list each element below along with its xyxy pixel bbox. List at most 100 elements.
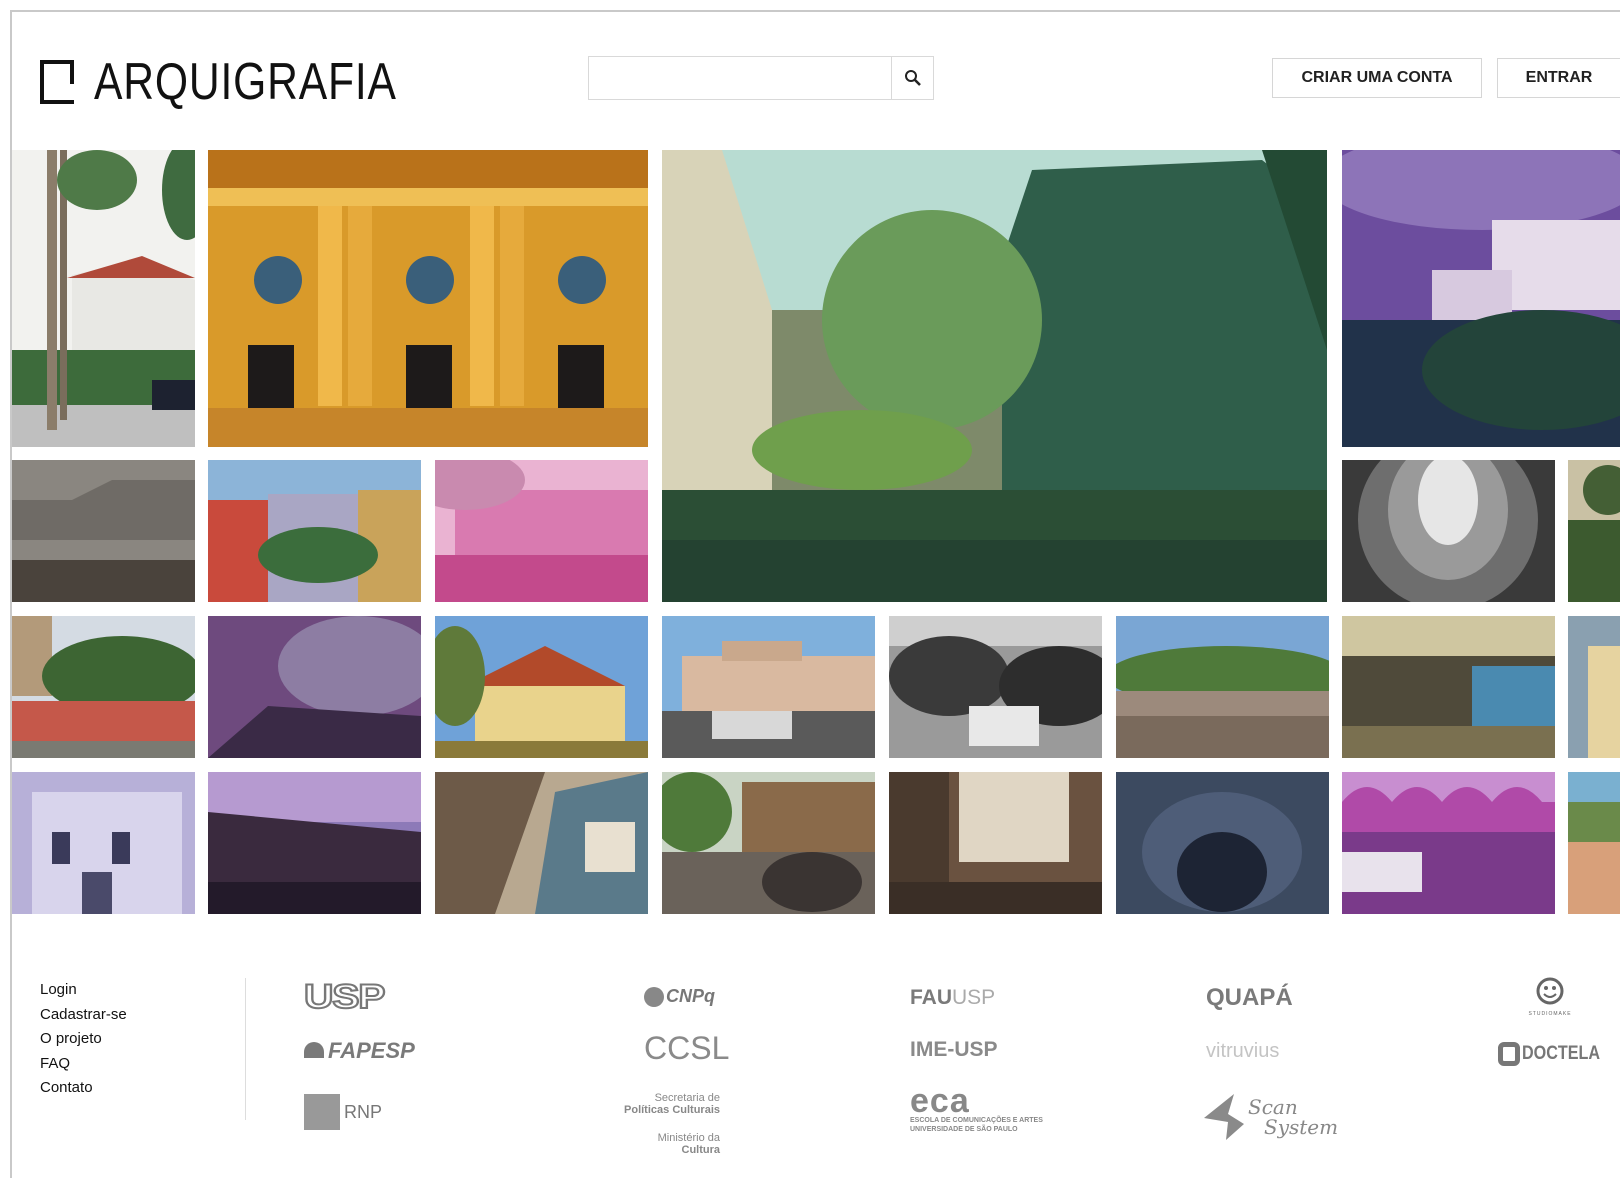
sponsor-imeusp-logo[interactable]: IME-USP xyxy=(910,1038,998,1062)
photo-bw-students xyxy=(889,616,1102,758)
ministerio-line2: Cultura xyxy=(681,1144,721,1156)
search-button[interactable] xyxy=(891,57,933,99)
photo-colorful-houses xyxy=(208,460,421,602)
sponsor-ccsl-logo[interactable]: CCSL xyxy=(644,1030,729,1067)
scan-text: Scan xyxy=(1248,1095,1298,1119)
photo-modern-house-cars xyxy=(662,616,875,758)
photo-tile[interactable] xyxy=(662,150,1327,602)
fau-usp-text: USP xyxy=(952,986,996,1009)
photo-white-church xyxy=(12,772,195,914)
photo-tile[interactable] xyxy=(1342,460,1555,602)
fau-text: FAU xyxy=(910,986,952,1009)
photo-tile[interactable] xyxy=(1342,772,1555,914)
sponsor-secretaria-logo[interactable]: Secretaria de Políticas Culturais xyxy=(560,1092,720,1116)
footer-link-login[interactable]: Login xyxy=(40,978,127,1003)
fapesp-text: FAPESP xyxy=(328,1038,415,1063)
sponsor-doctela-logo[interactable]: DOCTELA xyxy=(1498,1042,1614,1066)
footer-link-contact[interactable]: Contato xyxy=(40,1076,127,1101)
rnp-text: RNP xyxy=(344,1101,383,1122)
logo-mark-icon xyxy=(40,60,74,104)
search-bar xyxy=(588,56,934,100)
sponsor-rnp-logo[interactable]: RNP xyxy=(304,1094,382,1130)
brand-name: ARQUIGRAFIA xyxy=(94,53,397,111)
photo-purple-hillside xyxy=(1342,150,1620,447)
photo-tile[interactable] xyxy=(12,150,195,447)
photo-coast-edge xyxy=(1568,772,1620,914)
sponsor-cnpq-logo[interactable]: CNPq xyxy=(644,986,715,1007)
doctela-mark-icon xyxy=(1498,1042,1520,1066)
photo-tile[interactable] xyxy=(208,616,421,758)
eca-line1: ESCOLA DE COMUNICAÇÕES E ARTES xyxy=(910,1117,1043,1124)
photo-tile[interactable] xyxy=(12,616,195,758)
footer-link-project[interactable]: O projeto xyxy=(40,1027,127,1052)
photo-tile[interactable] xyxy=(1342,150,1620,447)
photo-tile[interactable] xyxy=(12,772,195,914)
footer-link-register[interactable]: Cadastrar-se xyxy=(40,1003,127,1028)
photo-dusk-row xyxy=(208,772,421,914)
photo-yellow-cottage xyxy=(435,616,648,758)
doctela-text: DOCTELA xyxy=(1522,1043,1601,1064)
sponsor-ministerio-logo[interactable]: Ministério da Cultura xyxy=(560,1132,720,1156)
photo-tile[interactable] xyxy=(1116,772,1329,914)
rnp-mark-icon xyxy=(304,1094,340,1130)
photo-tile[interactable] xyxy=(1342,616,1555,758)
photo-tile[interactable] xyxy=(1568,772,1620,914)
photo-pink-building xyxy=(435,460,648,602)
photo-tile[interactable] xyxy=(889,772,1102,914)
secretaria-line1: Secretaria de xyxy=(654,1092,720,1104)
footer-nav: Login Cadastrar-se O projeto FAQ Contato xyxy=(40,978,127,1101)
photo-park-edge xyxy=(1568,460,1620,602)
sponsor-eca-logo[interactable]: eca ESCOLA DE COMUNICAÇÕES E ARTES UNIVE… xyxy=(910,1082,1043,1134)
photo-station-interior xyxy=(1342,616,1555,758)
photo-red-wall xyxy=(12,616,195,758)
photo-tile[interactable] xyxy=(662,772,875,914)
photo-workshop xyxy=(889,772,1102,914)
photo-tile[interactable] xyxy=(208,460,421,602)
photo-green-house xyxy=(662,150,1327,602)
sponsor-usp-logo[interactable]: USP xyxy=(303,977,387,1017)
fapesp-mark-icon xyxy=(304,1042,324,1058)
smile-face-icon xyxy=(1536,977,1564,1005)
login-button[interactable]: ENTRAR xyxy=(1497,58,1620,98)
photo-yellow-facade xyxy=(208,150,648,447)
search-input[interactable] xyxy=(589,57,891,99)
sponsor-scansystem-logo[interactable]: Scan System xyxy=(1204,1094,1338,1140)
photo-concrete-terrace xyxy=(1116,616,1329,758)
scan-system-mark-icon xyxy=(1204,1094,1244,1140)
photo-tile[interactable] xyxy=(435,616,648,758)
photo-street-crowd xyxy=(662,772,875,914)
eca-text: eca xyxy=(910,1082,970,1120)
brand-logo[interactable]: ARQUIGRAFIA xyxy=(40,52,463,112)
footer-divider xyxy=(245,978,246,1120)
photo-tile[interactable] xyxy=(435,460,648,602)
photo-tile[interactable] xyxy=(889,616,1102,758)
sponsor-vitruvius-logo[interactable]: vitruvius xyxy=(1206,1040,1279,1063)
sponsor-quapa-logo[interactable]: QUAPÁ xyxy=(1206,984,1293,1012)
photo-tile[interactable] xyxy=(1116,616,1329,758)
sponsor-fauusp-logo[interactable]: FAUUSP xyxy=(910,986,995,1010)
photo-interior-stairs xyxy=(435,772,648,914)
photo-tile[interactable] xyxy=(435,772,648,914)
eca-line2: UNIVERSIDADE DE SÃO PAULO xyxy=(910,1126,1018,1133)
system-text: System xyxy=(1264,1115,1339,1139)
photo-purple-garden xyxy=(208,616,421,758)
cnpq-mark-icon xyxy=(644,986,664,1007)
photo-interior-edge xyxy=(1568,616,1620,758)
cnpq-text: CNPq xyxy=(666,986,715,1006)
photo-tile[interactable] xyxy=(208,772,421,914)
search-icon xyxy=(904,70,921,86)
create-account-button[interactable]: CRIAR UMA CONTA xyxy=(1272,58,1482,98)
photo-stone-arch xyxy=(1116,772,1329,914)
photo-tile[interactable] xyxy=(1568,616,1620,758)
studiomake-text: STUDIOMAKE xyxy=(1528,1011,1572,1017)
footer-link-faq[interactable]: FAQ xyxy=(40,1052,127,1077)
sponsor-studiomake-logo[interactable]: STUDIOMAKE xyxy=(1514,976,1586,1017)
photo-tile[interactable] xyxy=(1568,460,1620,602)
photo-tile[interactable] xyxy=(208,150,648,447)
photo-street-house xyxy=(12,150,195,447)
sponsor-fapesp-logo[interactable]: FAPESP xyxy=(304,1038,415,1064)
photo-tile[interactable] xyxy=(662,616,875,758)
photo-bus-station xyxy=(1342,772,1555,914)
secretaria-line2: Políticas Culturais xyxy=(624,1104,720,1116)
photo-tile[interactable] xyxy=(12,460,195,602)
